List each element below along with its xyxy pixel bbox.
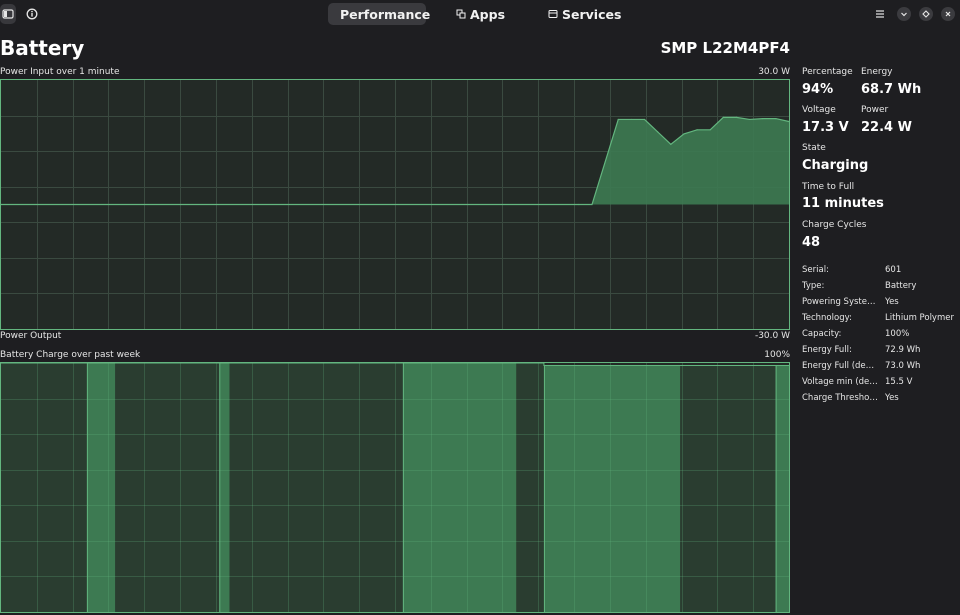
power-point: [709, 129, 711, 131]
detail-value-type: Battery: [885, 281, 917, 291]
power-graph: [0, 79, 790, 330]
tab-label: Services: [562, 6, 622, 22]
power-point: [670, 143, 672, 145]
detail-value-energy-full-design: 73.0 Wh: [885, 361, 921, 371]
maximize-button[interactable]: [919, 7, 933, 21]
detail-key-type: Type:: [802, 281, 825, 291]
charge-region: [402, 363, 517, 612]
header-bar: Performance Apps Services: [0, 0, 960, 28]
power-graph-title: Power Input over 1 minute: [0, 67, 120, 77]
power-point: [630, 118, 633, 121]
power-point: [775, 117, 777, 120]
sidebar-icon: [2, 9, 14, 19]
power-point: [683, 133, 685, 135]
power-graph-canvas: [1, 80, 789, 329]
close-button[interactable]: [941, 7, 955, 21]
charge-graph-title: Battery Charge over past week: [0, 350, 141, 360]
state-label: State: [802, 143, 826, 153]
main-menu-button[interactable]: [873, 4, 887, 24]
detail-key-technology: Technology:: [802, 313, 852, 323]
percentage-value: 94%: [802, 82, 834, 97]
diamond-icon: [922, 10, 930, 18]
charge-cycles-value: 48: [802, 235, 821, 250]
charge-graph-canvas: [1, 363, 789, 612]
power-point: [657, 131, 659, 133]
detail-value-technology: Lithium Polymer: [885, 313, 954, 323]
detail-value-voltage-min: 15.5 V: [885, 377, 913, 387]
detail-key-charge-threshold: Charge Threshold:: [802, 393, 878, 403]
charge-region: [680, 365, 776, 612]
power-point: [591, 203, 593, 206]
detail-value-powering-system: Yes: [885, 297, 899, 307]
power-graph-max-label: 30.0 W: [758, 67, 790, 77]
about-button[interactable]: [24, 4, 40, 24]
voltage-label: Voltage: [802, 105, 836, 115]
detail-value-charge-threshold: Yes: [885, 393, 899, 403]
charge-region: [219, 363, 230, 612]
power-graph-bottom-title: Power Output: [0, 331, 62, 341]
battery-model: SMP L22M4PF4: [660, 39, 790, 57]
power-point: [696, 129, 698, 131]
charge-region: [115, 363, 220, 612]
charge-graph: [0, 362, 790, 613]
charge-region: [775, 365, 789, 612]
charge-region: [516, 363, 544, 612]
power-point: [762, 117, 764, 120]
energy-label: Energy: [861, 67, 893, 77]
power-point: [749, 118, 751, 121]
charge-graph-max-label: 100%: [764, 350, 790, 360]
power-label: Power: [861, 105, 889, 115]
chevron-down-icon: [901, 12, 907, 17]
voltage-value: 17.3 V: [802, 120, 849, 135]
apps-icon: [456, 9, 466, 19]
charge-region: [1, 363, 87, 612]
close-icon: [945, 11, 951, 17]
detail-key-voltage-min: Voltage min (design):: [802, 377, 878, 387]
power-graph-min-label: -30.0 W: [754, 331, 790, 341]
tab-apps[interactable]: Apps: [448, 3, 513, 25]
charge-region: [543, 365, 681, 612]
tab-services[interactable]: Services: [540, 3, 629, 25]
tab-label: Apps: [470, 6, 506, 22]
detail-value-energy-full: 72.9 Wh: [885, 345, 921, 355]
page-title: Battery: [0, 36, 85, 60]
power-point: [735, 116, 738, 118]
sidebar-toggle-button[interactable]: [0, 4, 16, 24]
energy-value: 68.7 Wh: [861, 82, 922, 97]
detail-key-energy-full: Energy Full:: [802, 345, 852, 355]
services-icon: [548, 10, 558, 18]
detail-key-capacity: Capacity:: [802, 329, 842, 339]
time-to-full-value: 11 minutes: [802, 196, 884, 211]
charge-cycles-label: Charge Cycles: [802, 220, 867, 230]
power-value: 22.4 W: [861, 120, 912, 135]
time-to-full-label: Time to Full: [802, 182, 855, 192]
detail-key-energy-full-design: Energy Full (design):: [802, 361, 878, 371]
power-point: [643, 118, 646, 121]
charge-region: [86, 363, 116, 612]
power-point: [722, 116, 724, 118]
power-point: [578, 203, 580, 206]
tab-performance[interactable]: Performance: [328, 3, 430, 25]
percentage-label: Percentage: [802, 67, 853, 77]
info-icon: [26, 8, 38, 20]
tab-label: Performance: [340, 6, 431, 22]
power-point: [617, 118, 619, 121]
charge-region: [229, 363, 403, 612]
hamburger-icon: [876, 10, 884, 18]
detail-value-capacity: 100%: [885, 329, 910, 339]
detail-key-serial: Serial:: [802, 265, 829, 275]
detail-key-powering-system: Powering System:: [802, 297, 878, 307]
minimize-button[interactable]: [897, 7, 911, 21]
detail-value-serial: 601: [885, 265, 902, 275]
state-value: Charging: [802, 158, 869, 173]
